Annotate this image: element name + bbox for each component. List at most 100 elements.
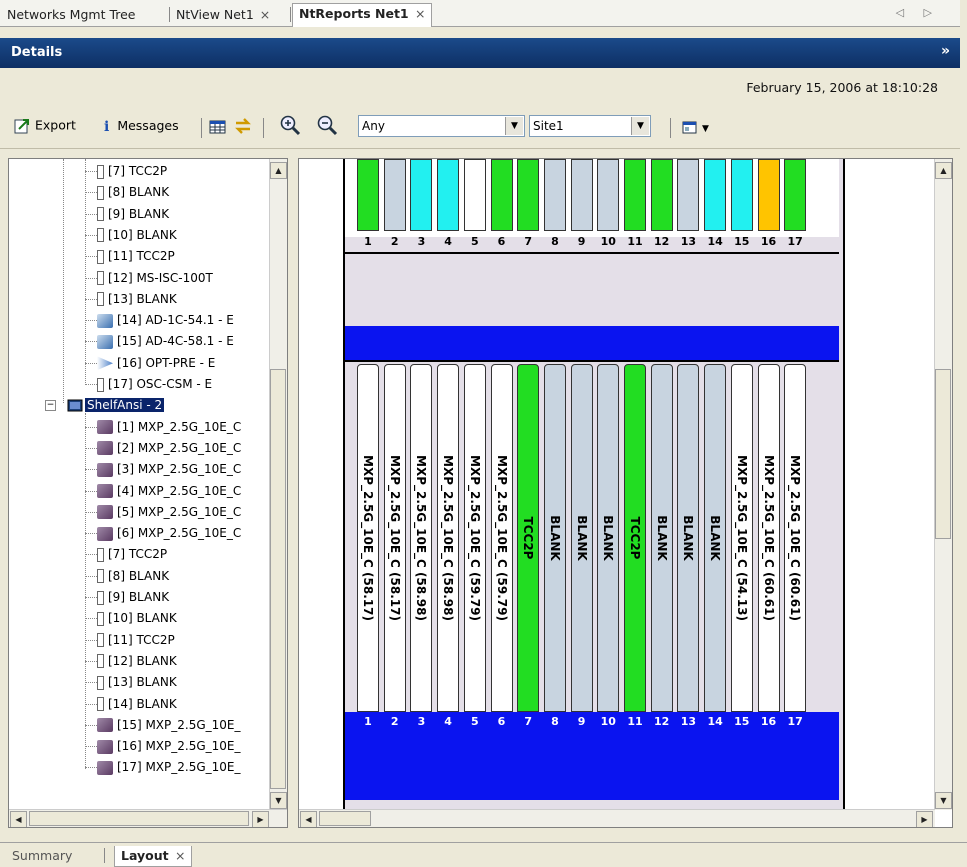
shelf-top-slot[interactable] xyxy=(757,159,780,231)
layout-scroll-thumb[interactable] xyxy=(935,369,951,539)
tree-horizontal-scrollbar[interactable]: ◀ ▶ xyxy=(9,809,287,827)
tab-layout[interactable]: Layout × xyxy=(114,846,193,867)
close-icon[interactable]: × xyxy=(175,848,185,863)
tree-node[interactable]: [6] MXP_2.5G_10E_C xyxy=(97,523,241,544)
shelf-card[interactable]: BLANK xyxy=(704,364,727,712)
shelf-top-slot[interactable] xyxy=(357,159,379,231)
tree-node[interactable]: [5] MXP_2.5G_10E_C xyxy=(97,502,241,523)
shelf-card[interactable]: MXP_2.5G_10E_C (58.17) xyxy=(357,364,379,712)
tab-networks-mgmt-tree[interactable]: Networks Mgmt Tree xyxy=(7,5,136,25)
scroll-down-icon[interactable]: ▼ xyxy=(270,792,287,809)
shelf-card[interactable]: MXP_2.5G_10E_C (60.61) xyxy=(757,364,780,712)
messages-button[interactable]: i Messages xyxy=(104,118,179,135)
scroll-right-icon[interactable]: ▶ xyxy=(252,811,269,827)
tree-node[interactable]: [17] OSC-CSM - E xyxy=(97,374,212,395)
shelf-top-slot[interactable] xyxy=(410,159,433,231)
shelf-card[interactable]: BLANK xyxy=(597,364,620,712)
scroll-up-icon[interactable]: ▲ xyxy=(935,162,952,179)
tree-hscroll-thumb[interactable] xyxy=(29,811,249,826)
tree-node[interactable]: [16] MXP_2.5G_10E_ xyxy=(97,736,241,757)
shelf-top-slot[interactable] xyxy=(624,159,646,231)
scroll-down-icon[interactable]: ▼ xyxy=(935,792,952,809)
scroll-up-icon[interactable]: ▲ xyxy=(270,162,287,179)
layout-hscroll-thumb[interactable] xyxy=(319,811,371,826)
filter-dropdown[interactable]: Any ▼ xyxy=(358,115,525,137)
shelf-top-slot[interactable] xyxy=(704,159,727,231)
shelf-card[interactable]: MXP_2.5G_10E_C (58.17) xyxy=(383,364,406,712)
shelf-top-slot[interactable] xyxy=(543,159,566,231)
tree-node[interactable]: [4] MXP_2.5G_10E_C xyxy=(97,481,241,502)
shelf-top-slot[interactable] xyxy=(463,159,486,231)
tree-node[interactable]: [9] BLANK xyxy=(97,204,169,225)
scroll-left-icon[interactable]: ◀ xyxy=(300,811,317,827)
tree-node[interactable]: [15] MXP_2.5G_10E_ xyxy=(97,715,241,736)
tree-node[interactable]: [8] BLANK xyxy=(97,566,169,587)
tree-node[interactable]: [3] MXP_2.5G_10E_C xyxy=(97,459,241,480)
tree-node-shelf[interactable]: ShelfAnsi - 2 xyxy=(67,395,165,416)
tree-node[interactable]: [7] TCC2P xyxy=(97,161,167,182)
layout-options-button[interactable]: ▼ xyxy=(682,119,709,135)
tree-node[interactable]: [8] BLANK xyxy=(97,182,169,203)
shelf-top-slot[interactable] xyxy=(677,159,700,231)
tree-node[interactable]: [14] AD-1C-54.1 - E xyxy=(97,310,234,331)
tab-summary[interactable]: Summary xyxy=(12,846,72,866)
export-button[interactable]: Export xyxy=(13,117,76,135)
tab-ntreports-net1[interactable]: NtReports Net1 × xyxy=(292,3,433,27)
swap-arrows-icon[interactable] xyxy=(233,116,253,136)
table-view-icon[interactable] xyxy=(208,118,228,136)
tree-node[interactable]: [12] MS-ISC-100T xyxy=(97,268,213,289)
shelf-card[interactable]: BLANK xyxy=(677,364,700,712)
details-header[interactable]: Details » xyxy=(0,38,960,68)
tree-node[interactable]: [10] BLANK xyxy=(97,608,177,629)
layout-vertical-scrollbar[interactable]: ▲ ▼ xyxy=(934,159,952,810)
tree-node[interactable]: [12] BLANK xyxy=(97,651,177,672)
shelf-card[interactable]: MXP_2.5G_10E_C (59.79) xyxy=(490,364,513,712)
chevron-down-icon[interactable]: ▼ xyxy=(631,117,649,135)
shelf-card[interactable]: MXP_2.5G_10E_C (58.98) xyxy=(410,364,433,712)
tab-ntview-net1[interactable]: NtView Net1 × xyxy=(176,5,270,25)
shelf-card[interactable]: TCC2P xyxy=(624,364,646,712)
tree-node[interactable]: [1] MXP_2.5G_10E_C xyxy=(97,417,241,438)
tab-scroll-arrows[interactable]: ◁ ▷ xyxy=(896,6,940,19)
shelf-top-slot[interactable] xyxy=(784,159,807,231)
tree-node[interactable]: [11] TCC2P xyxy=(97,246,175,267)
tree-node[interactable]: [14] BLANK xyxy=(97,694,177,715)
tree-vertical-scrollbar[interactable]: ▲ ▼ xyxy=(269,159,287,810)
collapse-toggle[interactable]: − xyxy=(45,400,56,412)
shelf-card[interactable]: MXP_2.5G_10E_C (60.61) xyxy=(784,364,807,712)
tree-node[interactable]: [7] TCC2P xyxy=(97,544,167,565)
close-icon[interactable]: × xyxy=(415,6,425,21)
tree-node[interactable]: [17] MXP_2.5G_10E_ xyxy=(97,757,241,778)
tree-node[interactable]: [16] OPT-PRE - E xyxy=(97,353,215,374)
shelf-card[interactable]: TCC2P xyxy=(517,364,540,712)
collapse-icon[interactable]: » xyxy=(941,43,950,59)
shelf-top-slot[interactable] xyxy=(597,159,620,231)
site-dropdown[interactable]: Site1 ▼ xyxy=(529,115,651,137)
chevron-down-icon[interactable]: ▼ xyxy=(505,117,523,135)
zoom-in-icon[interactable] xyxy=(279,114,301,136)
tree-scroll-thumb[interactable] xyxy=(270,369,286,789)
tree-node[interactable]: [15] AD-4C-58.1 - E xyxy=(97,331,234,352)
shelf-card[interactable]: MXP_2.5G_10E_C (54.13) xyxy=(730,364,753,712)
zoom-out-icon[interactable] xyxy=(316,114,338,136)
shelf-top-slot[interactable] xyxy=(730,159,753,231)
shelf-top-slot[interactable] xyxy=(517,159,540,231)
shelf-card[interactable]: BLANK xyxy=(570,364,593,712)
tree-node[interactable]: [11] TCC2P xyxy=(97,630,175,651)
tree-node[interactable]: [13] BLANK xyxy=(97,672,177,693)
scroll-left-icon[interactable]: ◀ xyxy=(10,811,27,827)
tree-node[interactable]: [2] MXP_2.5G_10E_C xyxy=(97,438,241,459)
shelf-top-slot[interactable] xyxy=(650,159,673,231)
tree-node[interactable]: [13] BLANK xyxy=(97,289,177,310)
tree-node[interactable]: [9] BLANK xyxy=(97,587,169,608)
shelf-top-slot[interactable] xyxy=(570,159,593,231)
layout-horizontal-scrollbar[interactable]: ◀ ▶ xyxy=(299,809,935,827)
shelf-card[interactable]: BLANK xyxy=(543,364,566,712)
scroll-right-icon[interactable]: ▶ xyxy=(916,811,933,827)
shelf-card[interactable]: MXP_2.5G_10E_C (58.98) xyxy=(437,364,460,712)
shelf-card[interactable]: MXP_2.5G_10E_C (59.79) xyxy=(463,364,486,712)
tree-node[interactable]: [10] BLANK xyxy=(97,225,177,246)
shelf-top-slot[interactable] xyxy=(437,159,460,231)
shelf-top-slot[interactable] xyxy=(490,159,513,231)
shelf-card[interactable]: BLANK xyxy=(650,364,673,712)
